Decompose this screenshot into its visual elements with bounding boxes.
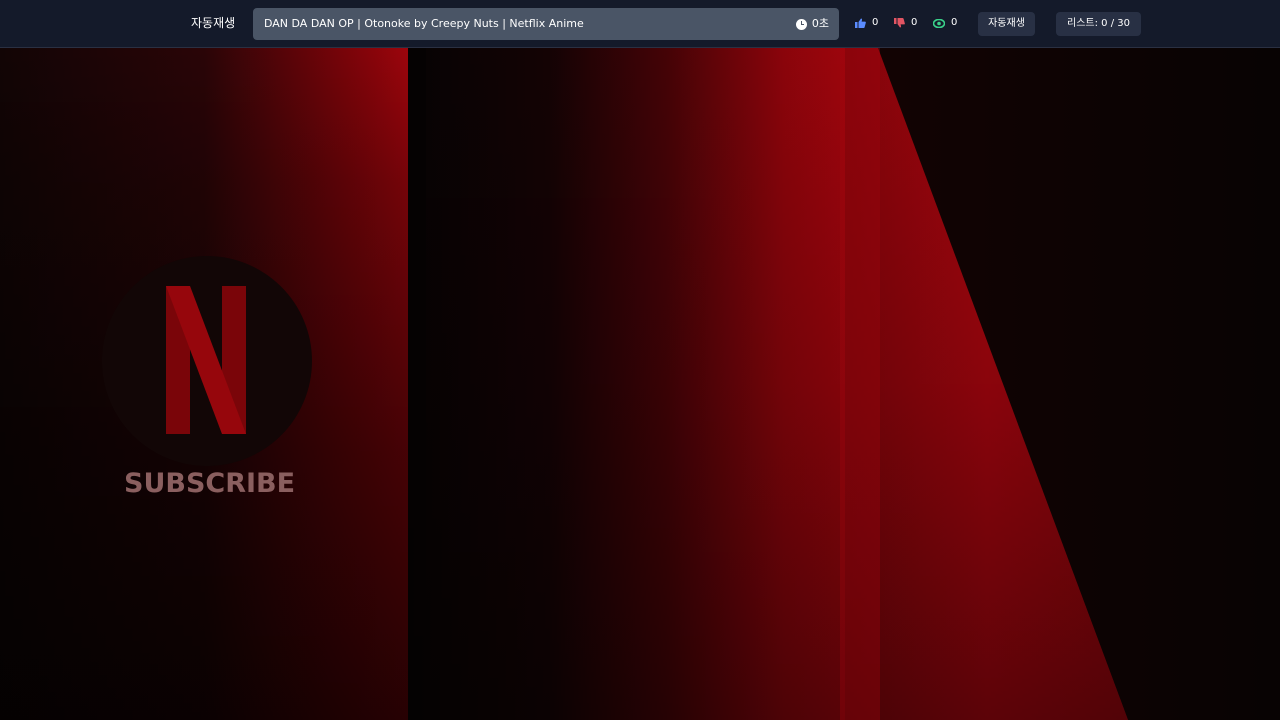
netflix-logo-badge[interactable] xyxy=(102,256,312,466)
video-frame[interactable]: SUBSCRIBE xyxy=(0,48,1280,720)
subscribe-text[interactable]: SUBSCRIBE xyxy=(124,468,295,499)
playlist-counter-button[interactable]: 리스트: 0 / 30 xyxy=(1056,12,1141,36)
thumbs-up-icon xyxy=(855,18,866,28)
eye-icon xyxy=(933,18,945,28)
elapsed-time: 0초 xyxy=(795,16,829,32)
video-title: DAN DA DAN OP | Otonoke by Creepy Nuts |… xyxy=(264,17,584,30)
top-bar: 자동재생 DAN DA DAN OP | Otonoke by Creepy N… xyxy=(0,0,1280,48)
view-count: 0 xyxy=(951,17,958,28)
dislike-count: 0 xyxy=(911,17,918,28)
view-counter: 0 xyxy=(933,15,957,31)
like-count: 0 xyxy=(872,17,879,28)
autoplay-label: 자동재생 xyxy=(191,16,236,30)
clock-icon xyxy=(795,18,807,30)
thumbs-down-icon xyxy=(894,18,905,28)
dislike-counter[interactable]: 0 xyxy=(894,15,917,31)
elapsed-time-value: 0초 xyxy=(811,17,829,30)
like-counter[interactable]: 0 xyxy=(855,15,878,31)
video-title-bar[interactable]: DAN DA DAN OP | Otonoke by Creepy Nuts |… xyxy=(253,8,839,40)
autoplay-button[interactable]: 자동재생 xyxy=(978,12,1035,36)
netflix-n-logo xyxy=(166,286,246,434)
